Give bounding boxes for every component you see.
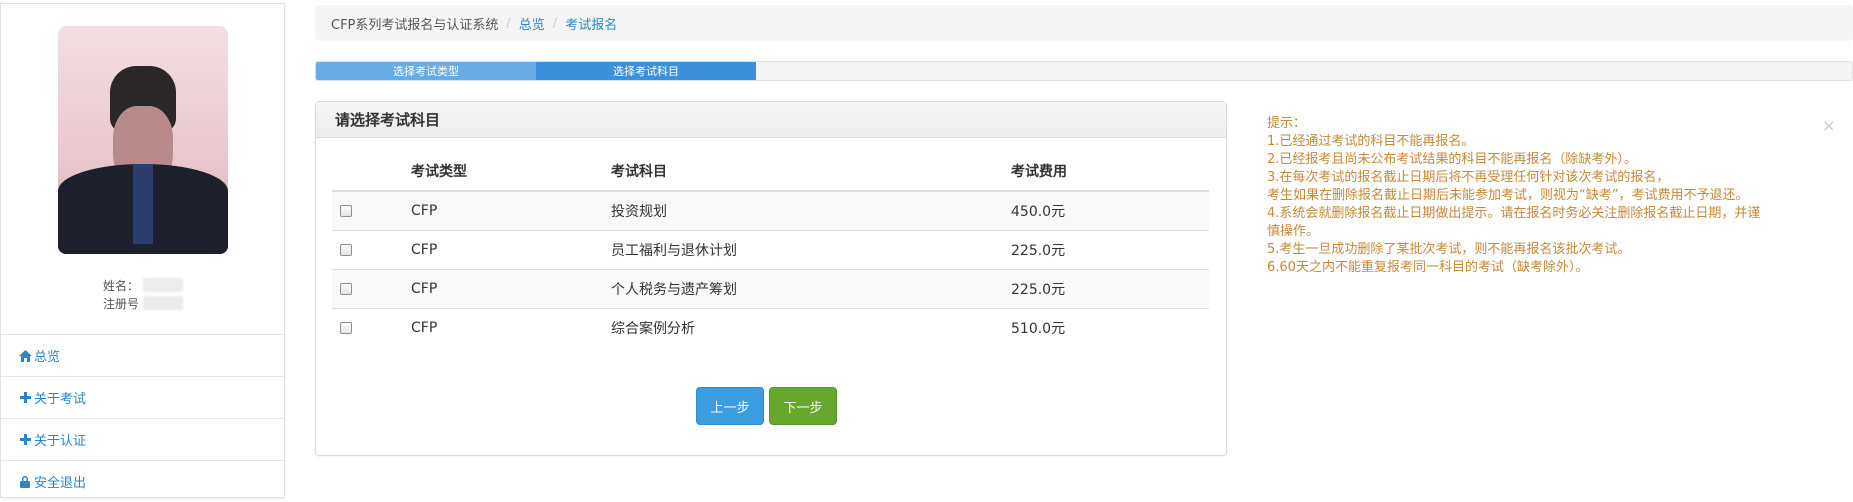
- row-fee: 225.0元: [1010, 268, 1209, 308]
- sidebar-item-label: 关于认证: [34, 434, 87, 449]
- row-check-cell: [332, 229, 410, 269]
- subject-panel: 请选择考试科目 考试类型 考试科目 考试费用 CFP 投资规划 450.0元 C…: [315, 101, 1227, 456]
- header-subject: 考试科目: [610, 151, 1010, 192]
- breadcrumb-separator: /: [506, 15, 511, 31]
- row-type: CFP: [410, 307, 610, 347]
- subject-table: 考试类型 考试科目 考试费用 CFP 投资规划 450.0元 CFP 员工福利与…: [332, 151, 1209, 347]
- step-select-subject: 选择考试科目: [536, 62, 756, 80]
- row-fee: 225.0元: [1010, 229, 1209, 269]
- sidebar-item-about-exam[interactable]: 关于考试: [1, 376, 284, 418]
- tips-line: 6.60天之内不能重复报考同一科目的考试（缺考除外）。: [1267, 260, 1589, 275]
- sidebar-item-label: 安全退出: [34, 476, 87, 491]
- panel-title: 请选择考试科目: [316, 102, 1226, 138]
- home-icon: [18, 349, 32, 362]
- subject-checkbox[interactable]: [340, 321, 352, 334]
- next-step-button[interactable]: 下一步: [769, 387, 837, 425]
- row-check-cell: [332, 307, 410, 347]
- table-row: CFP 个人税务与遗产筹划 225.0元: [332, 268, 1209, 308]
- close-icon[interactable]: ×: [1822, 116, 1835, 135]
- tips-box: 提示： 1.已经通过考试的科目不能再报名。 2.已经报考且尚未公布考试结果的科目…: [1267, 115, 1847, 277]
- avatar-tie: [133, 164, 153, 244]
- row-type: CFP: [410, 229, 610, 269]
- tips-line: 5.考生一旦成功删除了某批次考试，则不能再报名该批次考试。: [1267, 242, 1631, 257]
- reg-row: 注册号: [1, 294, 286, 312]
- row-check-cell: [332, 268, 410, 308]
- sidebar: 姓名： 注册号 总览 关于考试 关于认证 安全退出: [0, 3, 285, 498]
- sidebar-item-label: 总览: [34, 350, 61, 365]
- tips-title: 提示：: [1267, 116, 1307, 131]
- breadcrumb-separator: /: [552, 15, 558, 31]
- table-row: CFP 投资规划 450.0元: [332, 190, 1209, 230]
- sidebar-nav: 总览 关于考试 关于认证 安全退出: [1, 334, 284, 502]
- row-fee: 450.0元: [1010, 190, 1209, 230]
- sidebar-item-overview[interactable]: 总览: [1, 334, 284, 376]
- row-check-cell: [332, 190, 410, 230]
- breadcrumb: CFP系列考试报名与认证系统 / 总览 / 考试报名: [315, 5, 1853, 41]
- avatar: [58, 26, 228, 254]
- sidebar-item-logout[interactable]: 安全退出: [1, 460, 284, 502]
- tips-line: 2.已经报考且尚未公布考试结果的科目不能再报名（除缺考外）。: [1267, 152, 1637, 167]
- table-header-row: 考试类型 考试科目 考试费用: [332, 151, 1209, 192]
- header-check: [332, 151, 410, 192]
- row-fee: 510.0元: [1010, 307, 1209, 347]
- prev-step-button[interactable]: 上一步: [696, 387, 764, 425]
- breadcrumb-system: CFP系列考试报名与认证系统: [331, 17, 499, 33]
- plus-icon: [18, 434, 32, 445]
- step-progress: 选择考试类型 选择考试科目: [315, 61, 1853, 81]
- sidebar-item-about-certification[interactable]: 关于认证: [1, 418, 284, 460]
- name-row: 姓名：: [1, 276, 286, 294]
- row-type: CFP: [410, 268, 610, 308]
- name-label: 姓名：: [102, 278, 139, 293]
- reg-value-redacted: [143, 296, 183, 310]
- header-type: 考试类型: [410, 151, 610, 192]
- reg-label: 注册号: [102, 296, 139, 311]
- tips-line: 1.已经通过考试的科目不能再报名。: [1267, 134, 1475, 149]
- name-value-redacted: [143, 278, 183, 292]
- tips-line: 考生如果在删除报名截止日期后未能参加考试，则视为“缺考”，考试费用不予退还。: [1267, 188, 1749, 203]
- user-info: 姓名： 注册号: [1, 276, 286, 312]
- row-subject: 投资规划: [610, 190, 1010, 230]
- sidebar-item-label: 关于考试: [34, 392, 87, 407]
- plus-icon: [18, 392, 32, 403]
- breadcrumb-current[interactable]: 考试报名: [565, 14, 617, 33]
- tips-line: 3.在每次考试的报名截止日期后将不再受理任何针对该次考试的报名，: [1267, 170, 1670, 185]
- row-subject: 员工福利与退休计划: [610, 229, 1010, 269]
- table-row: CFP 员工福利与退休计划 225.0元: [332, 229, 1209, 269]
- lock-icon: [18, 475, 32, 488]
- subject-checkbox[interactable]: [340, 282, 352, 295]
- step-select-type: 选择考试类型: [316, 62, 536, 80]
- row-type: CFP: [410, 190, 610, 230]
- tips-line: 4.系统会就删除报名截止日期做出提示。请在报名时务必关注删除报名截止日期，并谨: [1267, 206, 1761, 221]
- breadcrumb-overview[interactable]: 总览: [519, 14, 545, 33]
- subject-checkbox[interactable]: [340, 204, 352, 217]
- tips-line: 慎操作。: [1267, 224, 1320, 239]
- table-row: CFP 综合案例分析 510.0元: [332, 307, 1209, 347]
- subject-checkbox[interactable]: [340, 243, 352, 256]
- header-fee: 考试费用: [1010, 151, 1209, 192]
- row-subject: 个人税务与遗产筹划: [610, 268, 1010, 308]
- row-subject: 综合案例分析: [610, 307, 1010, 347]
